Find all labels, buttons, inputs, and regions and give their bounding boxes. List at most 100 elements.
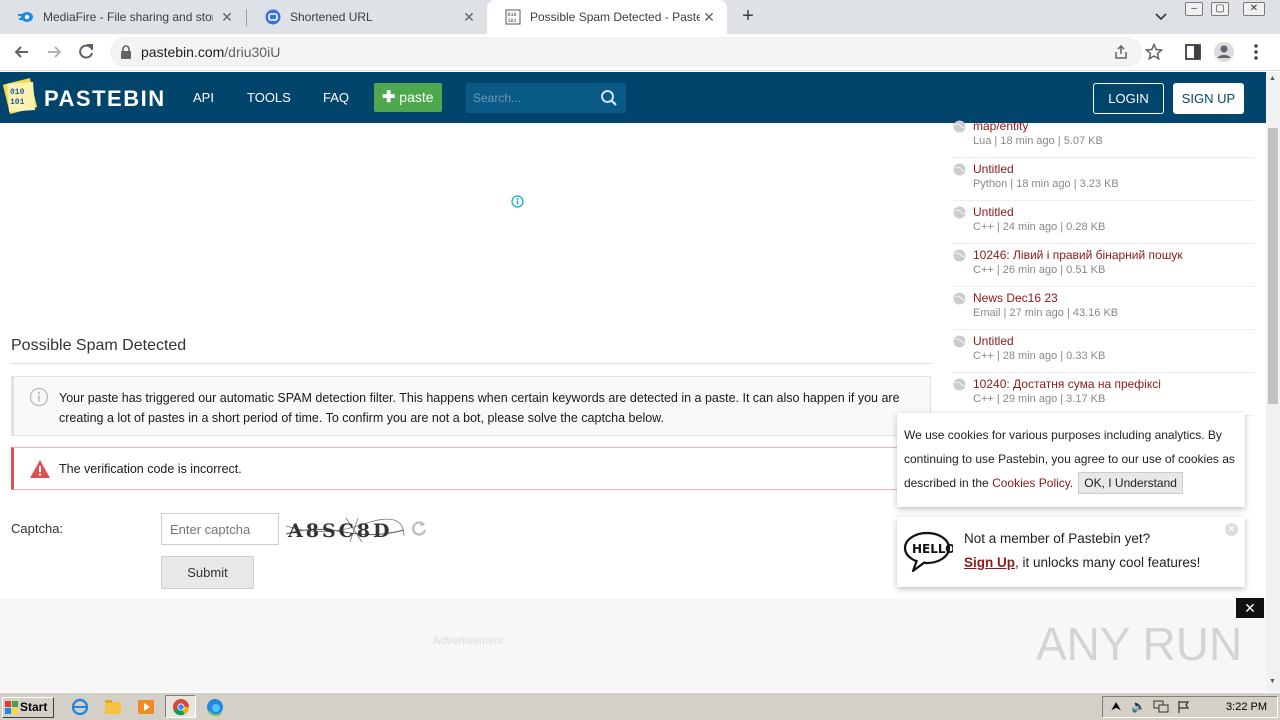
paste-title-link[interactable]: News Dec16 23 bbox=[973, 291, 1058, 305]
forward-arrow-icon[interactable] bbox=[44, 42, 64, 62]
nav-tools[interactable]: TOOLS bbox=[247, 90, 291, 105]
cookie-ok-button[interactable]: OK, I Understand bbox=[1078, 472, 1183, 494]
spam-notice-text: Your paste has triggered our automatic S… bbox=[59, 391, 900, 425]
paste-meta: C++ | 24 min ago | 0.28 KB bbox=[973, 221, 1106, 233]
media-player-icon[interactable] bbox=[137, 698, 155, 716]
promo-line2-rest: , it unlocks many cool features! bbox=[1015, 555, 1201, 570]
promo-close-icon[interactable]: ✕ bbox=[1225, 523, 1238, 536]
captcha-label: Captcha: bbox=[11, 521, 64, 536]
paste-meta: C++ | 26 min ago | 0.51 KB bbox=[973, 264, 1106, 276]
sidebar-paste-item[interactable]: News Dec16 23 Email | 27 min ago | 43.16… bbox=[952, 287, 1254, 330]
nav-faq[interactable]: FAQ bbox=[323, 90, 349, 105]
lock-icon[interactable] bbox=[120, 45, 132, 59]
search-input[interactable]: Search... bbox=[466, 83, 626, 113]
paste-title-link[interactable]: 10240: Достатня сума на префіксі bbox=[973, 377, 1161, 391]
scrollbar-thumb[interactable] bbox=[1268, 128, 1278, 404]
tab-title: Shortened URL bbox=[290, 10, 373, 24]
sidebar-paste-item[interactable]: map/entity Lua | 18 min ago | 5.07 KB bbox=[952, 115, 1254, 158]
side-panel-icon[interactable] bbox=[1185, 44, 1201, 60]
paste-button-label: paste bbox=[399, 89, 434, 105]
bookmark-star-icon[interactable] bbox=[1145, 43, 1163, 61]
captcha-refresh-icon[interactable] bbox=[410, 519, 428, 537]
scroll-down-icon[interactable]: ▼ bbox=[1269, 678, 1276, 685]
new-paste-button[interactable]: ✚ paste bbox=[374, 83, 442, 112]
svg-text:101: 101 bbox=[10, 98, 25, 107]
pastebin-logo-icon[interactable]: 010 101 bbox=[3, 77, 37, 115]
tab-shortened-url[interactable]: Shortened URL ✕ bbox=[247, 0, 487, 34]
new-tab-button[interactable]: + bbox=[738, 6, 758, 26]
menu-kebab-icon[interactable] bbox=[1253, 43, 1259, 61]
profile-avatar-icon[interactable] bbox=[1213, 41, 1235, 63]
ad-info-icon[interactable] bbox=[511, 195, 524, 208]
paste-title-link[interactable]: map/entity bbox=[973, 119, 1028, 133]
sidebar-paste-item[interactable]: Untitled Python | 18 min ago | 3.23 KB bbox=[952, 158, 1254, 201]
svg-text:010: 010 bbox=[10, 88, 25, 97]
reload-icon[interactable] bbox=[76, 42, 96, 62]
globe-icon bbox=[953, 120, 966, 133]
captcha-input[interactable] bbox=[161, 513, 279, 545]
volume-icon[interactable]: 🔈 bbox=[1131, 699, 1146, 713]
tab-pastebin[interactable]: 010101 Possible Spam Detected - Pastebin… bbox=[487, 0, 727, 34]
file-explorer-icon[interactable] bbox=[104, 698, 122, 716]
login-button[interactable]: LOGIN bbox=[1093, 83, 1164, 114]
address-bar[interactable]: pastebin.com/driu30iU bbox=[110, 37, 1142, 67]
page-title: Possible Spam Detected bbox=[11, 337, 187, 354]
hello-speech-bubble-icon: HELLO bbox=[903, 531, 953, 572]
edge-icon[interactable] bbox=[206, 698, 224, 716]
tray-expand-icon[interactable]: ⮝ bbox=[1111, 699, 1121, 714]
taskbar-chrome-active[interactable] bbox=[165, 695, 196, 718]
back-arrow-icon[interactable] bbox=[12, 42, 32, 62]
minimize-button[interactable]: – bbox=[1185, 2, 1203, 16]
tab-close-icon[interactable]: ✕ bbox=[461, 9, 477, 25]
nav-api[interactable]: API bbox=[193, 90, 214, 105]
network-icon[interactable] bbox=[1153, 700, 1169, 714]
internet-explorer-icon[interactable] bbox=[71, 698, 89, 716]
paste-meta: Email | 27 min ago | 43.16 KB bbox=[973, 307, 1119, 319]
share-icon[interactable] bbox=[1113, 44, 1129, 60]
action-center-flag-icon[interactable] bbox=[1177, 700, 1191, 714]
tab-title: Possible Spam Detected - Pastebin.c bbox=[530, 10, 700, 24]
window-close-button[interactable]: ✕ bbox=[1243, 2, 1265, 16]
globe-icon bbox=[953, 163, 966, 176]
sidebar-paste-item[interactable]: Untitled C++ | 24 min ago | 0.28 KB bbox=[952, 201, 1254, 244]
promo-signup-link[interactable]: Sign Up bbox=[964, 555, 1015, 570]
page-scrollbar[interactable]: ▲ ▼ bbox=[1266, 72, 1280, 692]
paste-title-link[interactable]: Untitled bbox=[973, 334, 1014, 348]
submit-button[interactable]: Submit bbox=[161, 556, 254, 589]
start-button[interactable]: Start bbox=[2, 697, 54, 718]
spam-notice-box: Your paste has triggered our automatic S… bbox=[11, 376, 931, 436]
error-text: The verification code is incorrect. bbox=[59, 462, 242, 476]
sidebar-paste-item[interactable]: Untitled C++ | 28 min ago | 0.33 KB bbox=[952, 330, 1254, 373]
windows-logo-icon bbox=[5, 701, 18, 714]
captcha-image: A8SC8D bbox=[285, 517, 405, 543]
browser-toolbar: pastebin.com/driu30iU bbox=[0, 34, 1280, 71]
scroll-up-icon[interactable]: ▲ bbox=[1269, 75, 1276, 82]
globe-icon bbox=[953, 249, 966, 262]
tab-close-icon[interactable]: ✕ bbox=[701, 9, 717, 25]
anyrun-watermark: ANY RUN bbox=[1036, 618, 1242, 670]
signup-button[interactable]: SIGN UP bbox=[1173, 83, 1244, 114]
site-logo-text[interactable]: PASTEBIN bbox=[44, 86, 166, 112]
paste-title-link[interactable]: Untitled bbox=[973, 162, 1014, 176]
globe-icon bbox=[953, 378, 966, 391]
tab-mediafire[interactable]: MediaFire - File sharing and storage ✕ bbox=[0, 0, 245, 34]
plus-icon: ✚ bbox=[382, 89, 396, 106]
paste-title-link[interactable]: Untitled bbox=[973, 205, 1014, 219]
url-host: pastebin.com bbox=[141, 44, 225, 60]
paste-title-link[interactable]: 10246: Лівий і правий бінарний пошук bbox=[973, 248, 1183, 262]
search-icon[interactable] bbox=[600, 89, 618, 107]
restore-button[interactable]: ▢ bbox=[1211, 2, 1229, 16]
url-path: /driu30iU bbox=[224, 44, 281, 60]
globe-icon bbox=[953, 335, 966, 348]
info-circle-icon bbox=[29, 387, 49, 407]
svg-text:HELLO: HELLO bbox=[912, 542, 953, 556]
tab-search-chevron-icon[interactable] bbox=[1153, 8, 1169, 24]
sidebar-paste-item[interactable]: 10240: Достатня сума на префіксі C++ | 2… bbox=[952, 373, 1254, 416]
sidebar-paste-item[interactable]: 10246: Лівий і правий бінарний пошук C++… bbox=[952, 244, 1254, 287]
system-tray: ⮝ 🔈 3:22 PM bbox=[1102, 696, 1278, 718]
tab-close-icon[interactable]: ✕ bbox=[219, 9, 235, 25]
cookie-text-block: We use cookies for various purposes incl… bbox=[904, 423, 1239, 495]
promo-line1: Not a member of Pastebin yet? bbox=[964, 531, 1151, 546]
paste-meta: C++ | 28 min ago | 0.33 KB bbox=[973, 350, 1106, 362]
cookies-policy-link[interactable]: Cookies Policy bbox=[992, 476, 1070, 490]
